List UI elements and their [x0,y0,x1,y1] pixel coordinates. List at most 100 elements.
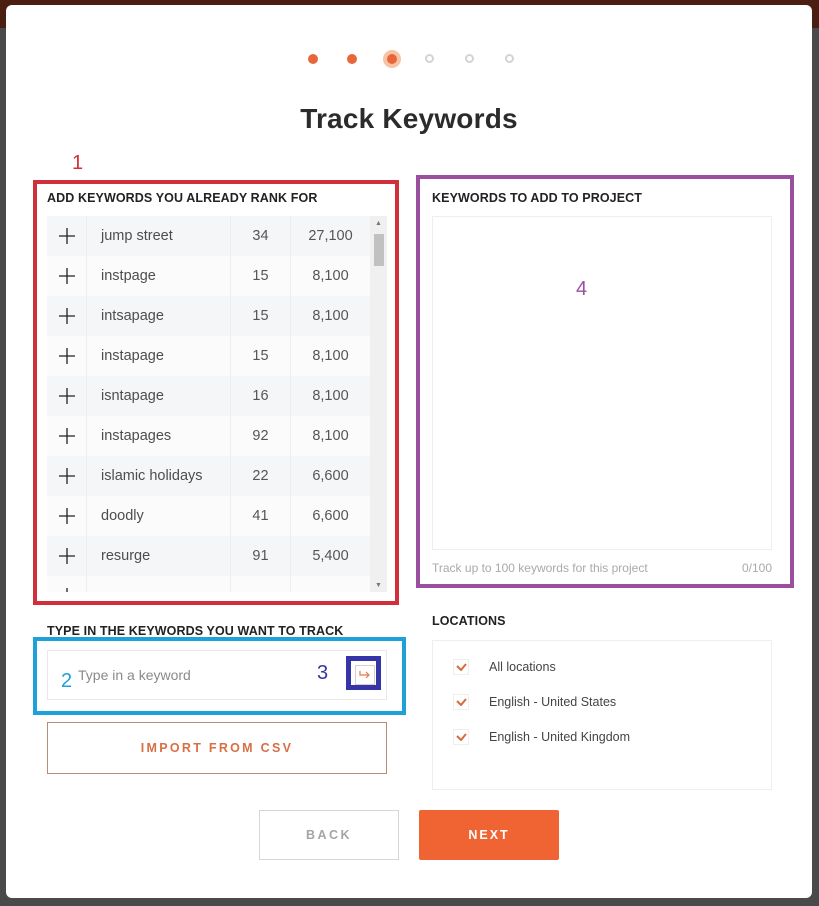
page-title: Track Keywords [300,103,518,134]
type-keywords-label: TYPE IN THE KEYWORDS YOU WANT TO TRACK [47,624,344,638]
location-label: English - United Kingdom [489,730,631,744]
keyword-row: instapage 15 8,100 [47,336,370,376]
location-item-all[interactable]: All locations [453,659,556,675]
project-keywords-footer: Track up to 100 keywords for this projec… [432,561,772,575]
step-dot-6 [505,54,514,63]
keyword-rank: 16 [230,376,290,416]
keyword-rank: 15 [230,296,290,336]
keyword-rank: 34 [230,216,290,256]
keyword-volume: 8,100 [290,416,370,456]
add-keyword-button[interactable] [47,296,87,336]
keyword-row: doodly 41 6,600 [47,496,370,536]
plus-icon [58,228,75,244]
keyword-text: instpage [101,268,156,284]
add-keyword-button[interactable] [47,496,87,536]
add-keyword-button[interactable] [47,256,87,296]
add-keyword-button[interactable] [47,416,87,456]
keyword-volume: 8,100 [290,256,370,296]
keyword-text: islamic holidays [101,468,203,484]
back-button[interactable]: BACK [259,810,399,860]
keyword-volume: 8,100 [290,336,370,376]
step-dot-3-current [387,54,397,64]
location-label: English - United States [489,695,617,709]
keyword-rank: 22 [230,456,290,496]
keyword-row: islamic holidays 22 6,600 [47,456,370,496]
keyword-row: intsapage 15 8,100 [47,296,370,336]
plus-icon [65,588,68,592]
plus-icon [58,548,75,564]
add-keyword-button[interactable] [47,216,87,256]
plus-icon [58,468,75,484]
add-keyword-button[interactable] [47,376,87,416]
keyword-volume: 27,100 [290,216,370,256]
keyword-input[interactable] [78,663,308,687]
add-keyword-button[interactable] [47,456,87,496]
add-keyword-button[interactable] [47,576,87,592]
keyword-row: isntapage 16 8,100 [47,376,370,416]
step-indicator [6,49,812,69]
keyword-volume: 6,600 [290,456,370,496]
project-keywords-label: KEYWORDS TO ADD TO PROJECT [432,191,643,205]
keyword-volume: 5,400 [290,536,370,576]
keyword-text: isntapage [101,388,164,404]
keyword-limit-hint: Track up to 100 keywords for this projec… [432,561,648,575]
keyword-rank: 41 [230,496,290,536]
keyword-volume: 8,100 [290,376,370,416]
keyword-row: instapages 92 8,100 [47,416,370,456]
project-keywords-list[interactable] [432,216,772,550]
keyword-input-container [47,650,387,700]
keyword-volume [290,576,370,592]
step-dot-5 [465,54,474,63]
locations-list: All locations English - United States En… [432,640,772,790]
plus-icon [58,388,75,404]
annotation-number-1: 1 [72,152,84,174]
keyword-volume: 6,600 [290,496,370,536]
keyword-row: jump street 34 27,100 [47,216,370,256]
ranked-keywords-table[interactable]: jump street 34 27,100 instpage 15 8,100 intsap… [47,216,387,592]
keyword-row: instpage 15 8,100 [47,256,370,296]
scroll-thumb[interactable] [374,234,384,266]
table-scrollbar[interactable]: ▲ ▼ [370,216,387,592]
keyword-rank [230,576,290,592]
annotation-number-2: 2 [61,670,73,692]
keyword-text: doodly [101,508,144,524]
plus-icon [58,268,75,284]
track-keywords-modal: Track Keywords 1 ADD KEYWORDS YOU ALREAD… [6,5,812,898]
next-button[interactable]: NEXT [419,810,559,860]
add-keyword-button[interactable] [47,336,87,376]
scroll-down-arrow-icon[interactable]: ▼ [370,578,387,592]
locations-label: LOCATIONS [432,614,506,628]
keyword-text: intsapage [101,308,164,324]
checkmark-icon [455,663,467,671]
keyword-rank: 15 [230,336,290,376]
ranked-keywords-rows: jump street 34 27,100 instpage 15 8,100 intsap… [47,216,370,592]
plus-icon [58,508,75,524]
keyword-row [47,576,370,592]
location-checkbox[interactable] [453,694,469,710]
keyword-volume: 8,100 [290,296,370,336]
step-dot-2 [347,54,357,64]
ranked-keywords-label: ADD KEYWORDS YOU ALREADY RANK FOR [47,191,318,205]
keyword-text: instapages [101,428,172,444]
location-checkbox[interactable] [453,729,469,745]
plus-icon [58,308,75,324]
import-from-csv-button[interactable]: IMPORT FROM CSV [47,722,387,774]
annotation-number-3: 3 [317,662,329,684]
location-checkbox[interactable] [453,659,469,675]
keyword-count: 0/100 [741,561,772,575]
location-item-uk[interactable]: English - United Kingdom [453,729,630,745]
keyword-rank: 15 [230,256,290,296]
step-dot-4 [425,54,434,63]
add-keyword-submit-button[interactable] [355,665,375,685]
keyword-text: jump street [101,228,173,244]
annotation-number-4: 4 [576,278,588,300]
keyword-row: resurge 91 5,400 [47,536,370,576]
plus-icon [58,428,75,444]
add-keyword-button[interactable] [47,536,87,576]
checkmark-icon [455,698,467,706]
checkmark-icon [455,733,467,741]
step-dot-1 [308,54,318,64]
keyword-rank: 92 [230,416,290,456]
location-item-us[interactable]: English - United States [453,694,616,710]
scroll-up-arrow-icon[interactable]: ▲ [370,216,387,230]
